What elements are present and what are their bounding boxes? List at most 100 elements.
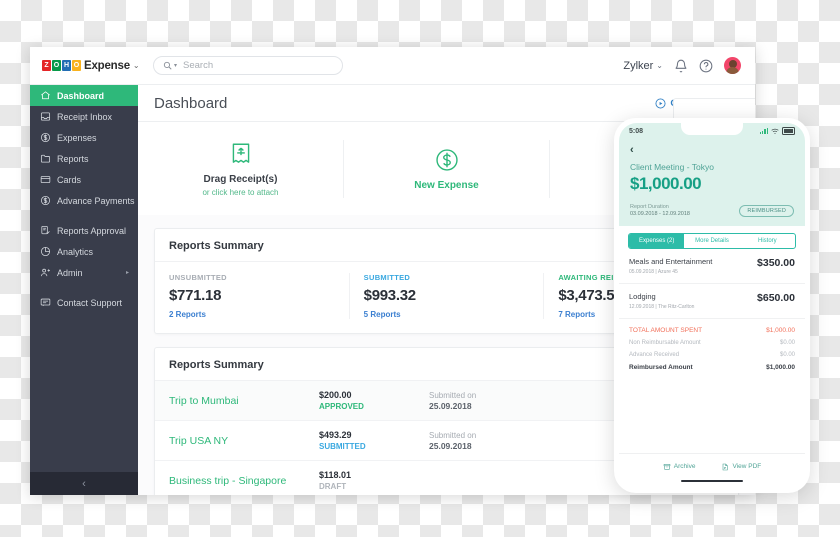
sidebar-item-label: Admin [57, 267, 83, 278]
org-switcher[interactable]: Zylker ⌄ [623, 60, 663, 72]
report-name[interactable]: Trip USA NY [169, 435, 319, 447]
dollar-circle-icon [435, 148, 458, 171]
sidebar: Dashboard Receipt Inbox Expenses Reports Car… [30, 85, 138, 495]
report-status: DRAFT [319, 482, 347, 491]
sidebar-item-cards[interactable]: Cards [30, 169, 138, 190]
chevron-right-icon: ▸ [125, 270, 129, 276]
quick-action-label: Drag Receipt(s) [203, 173, 278, 185]
search-scope-caret-icon[interactable]: ▾ [174, 62, 177, 69]
pie-chart-icon [40, 246, 51, 257]
logo-letter-block: O [72, 60, 81, 71]
sidebar-item-label: Reports Approval [57, 225, 127, 236]
help-icon[interactable] [699, 59, 713, 73]
total-value: $1,000.00 [766, 364, 795, 371]
home-icon [41, 91, 50, 100]
phone-total-row: TOTAL AMOUNT SPENT $1,000.00 [629, 327, 795, 334]
sidebar-item-advance-payments[interactable]: Advance Payments [30, 190, 138, 211]
wifi-icon [771, 128, 779, 134]
footer-label: Archive [673, 463, 696, 470]
summary-amount: $993.32 [363, 287, 416, 304]
report-status: APPROVED [319, 402, 364, 411]
logo-letter-block: Z [42, 60, 51, 71]
card-icon [40, 176, 51, 183]
expense-name: Lodging [629, 292, 656, 301]
phone-expense-list: Meals and Entertainment 05.09.2018 | Azur… [619, 249, 805, 319]
expense-meta: 05.09.2018 | Azure 45 [629, 269, 678, 275]
back-icon[interactable]: ‹ [630, 144, 794, 156]
summary-link[interactable]: 2 Reports [169, 310, 335, 319]
bell-icon[interactable] [674, 59, 688, 73]
sidebar-item-label: Dashboard [57, 90, 105, 101]
expense-amount: $650.00 [757, 292, 795, 304]
chevron-down-icon: ⌄ [656, 61, 663, 70]
phone-expense-row[interactable]: Lodging 12.09.2018 | The Ritz-Carlton $650… [619, 284, 805, 319]
summary-label: UNSUBMITTED [169, 273, 227, 282]
sidebar-primary-group: Dashboard Receipt Inbox Expenses Reports Car… [30, 85, 138, 211]
total-label: Advance Received [629, 352, 680, 358]
sidebar-item-dashboard[interactable]: Dashboard [30, 85, 138, 106]
search-input[interactable]: ▾ Search [153, 56, 343, 75]
sidebar-item-label: Contact Support [57, 297, 123, 308]
report-amount: $200.00 [319, 390, 352, 400]
zoho-logo-blocks: ZOHO [42, 60, 81, 71]
phone-footer-view-pdf[interactable]: View PDF [721, 463, 761, 471]
avatar[interactable] [724, 57, 741, 74]
product-name: Expense [84, 59, 130, 72]
phone-tab-more-details[interactable]: More Details [684, 234, 739, 248]
sidebar-item-reports[interactable]: Reports [30, 148, 138, 169]
report-amount-cell: $493.29 SUBMITTED [319, 430, 429, 451]
dollar-circle-icon [40, 195, 51, 206]
sidebar-item-admin[interactable]: Admin ▸ [30, 262, 138, 283]
sidebar-item-expenses[interactable]: Expenses [30, 127, 138, 148]
phone-status-bar: 5:08 [619, 123, 805, 139]
sidebar-divider [30, 211, 138, 220]
phone-total-row: Reimbursed Amount $1,000.00 [629, 364, 795, 371]
sidebar-item-label: Advance Payments [57, 195, 135, 206]
sidebar-item-label: Cards [57, 174, 82, 185]
status-badge: REIMBURSED [739, 205, 794, 217]
summary-amount: $771.18 [169, 287, 222, 304]
expense-name: Meals and Entertainment [629, 257, 713, 266]
summary-label: SUBMITTED [363, 273, 411, 282]
page-header: Dashboard Getting Started [138, 85, 755, 122]
quick-action-new-expense[interactable]: New Expense [344, 139, 550, 198]
sidebar-item-analytics[interactable]: Analytics [30, 241, 138, 262]
report-amount: $493.29 [319, 430, 352, 440]
total-value: $1,000.00 [766, 327, 795, 334]
total-value: $0.00 [779, 340, 795, 346]
report-name[interactable]: Trip to Mumbai [169, 395, 319, 407]
sidebar-collapse-button[interactable]: ‹ [30, 472, 138, 495]
quick-action-drag-receipt-s-[interactable]: Drag Receipt(s) or click here to attach [138, 139, 344, 198]
phone-footer-actions: Archive View PDF [619, 452, 805, 476]
duration-label: Report Duration [630, 204, 669, 210]
sidebar-item-contact-support[interactable]: Contact Support [30, 292, 138, 313]
org-name: Zylker [623, 59, 654, 72]
quick-action-sublabel[interactable]: or click here to attach [202, 188, 278, 197]
signal-bars-icon [759, 128, 768, 134]
total-value: $0.00 [779, 352, 795, 358]
phone-expense-row[interactable]: Meals and Entertainment 05.09.2018 | Azur… [619, 249, 805, 284]
phone-tab-expenses-2-[interactable]: Expenses (2) [629, 234, 685, 248]
phone-footer-archive[interactable]: Archive [663, 463, 696, 471]
summary-column-submitted: SUBMITTED $993.32 5 Reports [350, 273, 545, 319]
sidebar-item-receipt-inbox[interactable]: Receipt Inbox [30, 106, 138, 127]
logo-letter-block: O [52, 60, 61, 71]
sidebar-item-label: Reports [57, 153, 89, 164]
phone-total-row: Advance Received $0.00 [629, 352, 795, 358]
expense-amount: $350.00 [757, 257, 795, 269]
battery-icon [782, 127, 795, 135]
app-logo[interactable]: ZOHO Expense ⌄ [30, 59, 140, 72]
phone-report-header: ‹ Client Meeting - Tokyo $1,000.00 Repor… [619, 139, 805, 226]
phone-tab-history[interactable]: History [740, 234, 795, 248]
report-name[interactable]: Business trip - Singapore [169, 475, 319, 487]
sidebar-item-label: Expenses [57, 132, 97, 143]
chevron-down-icon[interactable]: ⌄ [133, 61, 140, 70]
sidebar-item-reports-approval[interactable]: Reports Approval [30, 220, 138, 241]
report-status: SUBMITTED [319, 442, 366, 451]
status-icons [759, 127, 795, 135]
summary-link[interactable]: 5 Reports [364, 310, 530, 319]
phone-total-row: Non Reimbursable Amount $0.00 [629, 340, 795, 346]
sidebar-divider-2 [30, 283, 138, 292]
phone-report-amount: $1,000.00 [630, 174, 702, 193]
report-amount-cell: $200.00 APPROVED [319, 390, 429, 411]
